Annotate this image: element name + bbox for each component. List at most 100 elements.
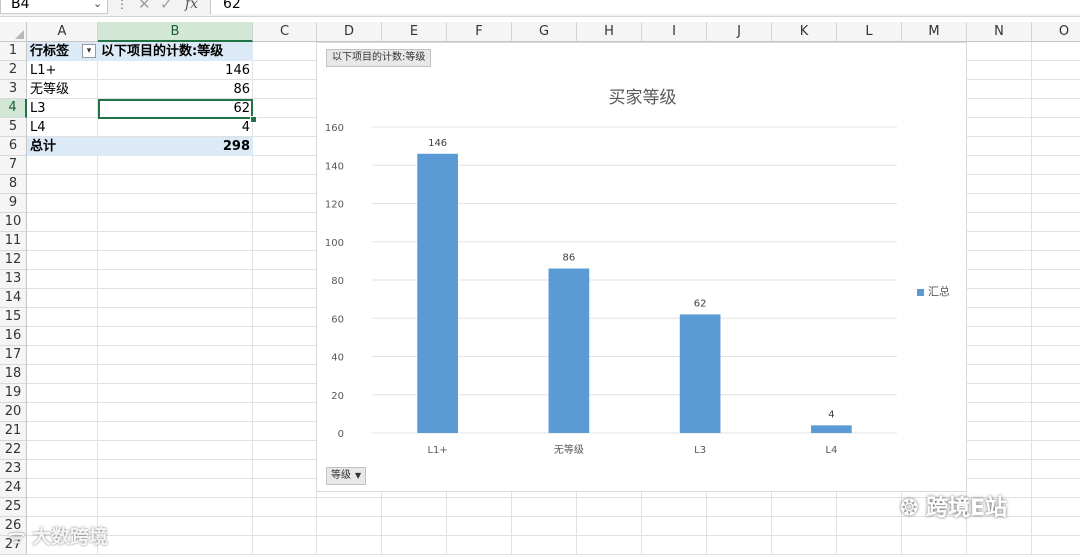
row-gridline (27, 535, 1080, 536)
row-header[interactable]: 5 (0, 118, 27, 137)
y-tick-label: 140 (325, 161, 344, 172)
pivot-row-value[interactable]: 86 (98, 80, 253, 99)
watermark-left-text: 大数跨境 (31, 526, 108, 548)
column-header[interactable]: N (967, 22, 1032, 42)
row-header[interactable]: 13 (0, 270, 27, 289)
name-box-value: B4 (11, 0, 30, 12)
pivot-row-value[interactable]: 146 (98, 61, 253, 80)
select-all-corner[interactable] (0, 22, 27, 42)
data-label: 4 (828, 409, 834, 420)
pivot-total-label[interactable]: 总计 (27, 137, 98, 156)
row-header[interactable]: 4 (0, 99, 27, 118)
cancel-icon[interactable]: ✕ (138, 0, 151, 13)
row-header[interactable]: 18 (0, 365, 27, 384)
filter-dropdown-icon[interactable]: ▾ (82, 44, 96, 58)
formula-input[interactable]: 62 (210, 0, 1080, 14)
formula-value: 62 (223, 0, 241, 12)
row-header[interactable]: 10 (0, 213, 27, 232)
name-box[interactable]: B4 (0, 0, 108, 14)
y-tick-label: 80 (331, 276, 344, 287)
chevron-down-icon[interactable]: ⌄ (93, 0, 102, 10)
column-header[interactable]: L (837, 22, 902, 42)
bar[interactable] (679, 314, 721, 433)
column-header[interactable]: F (447, 22, 512, 42)
column-header[interactable]: H (577, 22, 642, 42)
row-header[interactable]: 17 (0, 346, 27, 365)
pivot-row-label[interactable]: 无等级 (27, 80, 98, 99)
row-header[interactable]: 3 (0, 80, 27, 99)
pivot-header-b-text: 以下项目的计数:等级 (101, 44, 224, 59)
column-header[interactable]: M (902, 22, 967, 42)
column-header[interactable]: O (1032, 22, 1080, 42)
row-header[interactable]: 25 (0, 498, 27, 517)
pivot-row-label[interactable]: L3 (27, 99, 98, 118)
pivot-total-value[interactable]: 298 (98, 137, 253, 156)
column-header[interactable]: D (317, 22, 382, 42)
y-tick-label: 120 (325, 200, 344, 211)
row-header[interactable]: 6 (0, 137, 27, 156)
row-header[interactable]: 16 (0, 327, 27, 346)
insert-function-icon[interactable]: fx (185, 0, 198, 12)
bar[interactable] (417, 153, 458, 433)
y-tick-label: 0 (338, 429, 344, 440)
column-header[interactable]: C (253, 22, 317, 42)
enter-check-icon[interactable]: ✓ (160, 0, 173, 13)
row-header[interactable]: 19 (0, 384, 27, 403)
x-tick-label: L4 (825, 445, 837, 456)
row-header[interactable]: 12 (0, 251, 27, 270)
x-tick-label: L1+ (427, 445, 447, 456)
dropdown-arrow-icon: ▼ (355, 471, 362, 480)
data-label: 86 (563, 253, 576, 264)
row-header[interactable]: 7 (0, 156, 27, 175)
more-options-icon[interactable]: ⋮ (116, 0, 128, 11)
row-header[interactable]: 24 (0, 479, 27, 498)
x-tick-label: 无等级 (554, 443, 584, 456)
row-header[interactable]: 9 (0, 194, 27, 213)
y-tick-label: 60 (331, 314, 344, 325)
bar[interactable] (548, 268, 590, 433)
y-tick-label: 100 (325, 238, 344, 249)
column-header[interactable]: B (98, 22, 253, 42)
watermark-right: ❂ 跨境E站 (900, 490, 1007, 522)
row-header[interactable]: 14 (0, 289, 27, 308)
column-header[interactable]: G (512, 22, 577, 42)
axis-field-label: 等级 (331, 470, 351, 481)
pivot-row-label[interactable]: L1+ (27, 61, 98, 80)
row-header[interactable]: 20 (0, 403, 27, 422)
active-cell-border (98, 99, 253, 119)
chart-axis-field-button[interactable]: 等级 ▼ (326, 467, 367, 485)
y-tick-label: 160 (325, 123, 344, 134)
column-header[interactable]: I (642, 22, 707, 42)
row-header[interactable]: 15 (0, 308, 27, 327)
watermark-right-text: 跨境E站 (926, 496, 1008, 521)
y-tick-label: 40 (331, 353, 344, 364)
bar[interactable] (811, 425, 852, 433)
chart-legend[interactable]: 汇总 (917, 283, 950, 299)
watermark-left: ᯤ 大数跨境 (8, 522, 108, 549)
formula-bar: B4 ⌄ ⋮ ✕ ✓ fx 62 (0, 0, 1080, 17)
y-tick-label: 20 (331, 391, 344, 402)
pivot-header-count[interactable]: 以下项目的计数:等级 (98, 42, 253, 61)
row-header[interactable]: 8 (0, 175, 27, 194)
x-tick-label: L3 (694, 445, 706, 456)
row-header[interactable]: 1 (0, 42, 27, 61)
column-header[interactable]: K (772, 22, 837, 42)
row-header[interactable]: 23 (0, 460, 27, 479)
fill-handle[interactable] (250, 116, 257, 123)
row-header[interactable]: 11 (0, 232, 27, 251)
watermark-logo-icon: ᯤ (8, 526, 32, 548)
pivot-chart[interactable]: 以下项目的计数:等级 买家等级 0 20 40 60 80 100 120 140 160 146… (316, 42, 967, 492)
legend-label: 汇总 (928, 285, 950, 298)
row-header[interactable]: 2 (0, 61, 27, 80)
data-label: 146 (428, 138, 447, 149)
column-header[interactable]: J (707, 22, 772, 42)
row-header[interactable]: 22 (0, 441, 27, 460)
pivot-row-label[interactable]: L4 (27, 118, 98, 137)
legend-swatch (917, 288, 924, 296)
data-label: 62 (694, 298, 707, 309)
row-header[interactable]: 21 (0, 422, 27, 441)
column-header[interactable]: E (382, 22, 447, 42)
pivot-row-value[interactable]: 4 (98, 118, 253, 137)
column-header[interactable]: A (27, 22, 98, 42)
select-all-triangle-icon (15, 30, 24, 39)
